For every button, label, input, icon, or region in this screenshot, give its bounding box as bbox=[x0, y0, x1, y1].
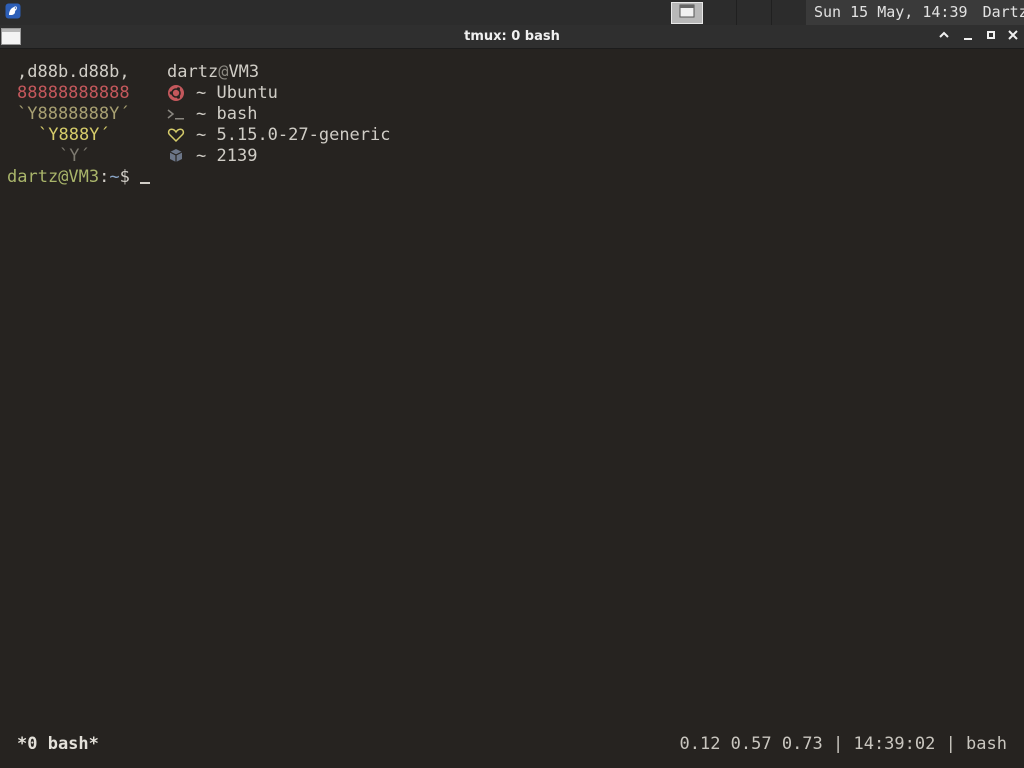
shell-icon bbox=[167, 105, 185, 123]
fetch-packages: 2139 bbox=[216, 146, 258, 166]
prompt-colon: : bbox=[99, 167, 110, 187]
fetch-row-kernel: ~ 5.15.0-27-generic bbox=[196, 125, 391, 146]
maximize-button[interactable] bbox=[983, 29, 999, 45]
fetch-row-packages: ~ 2139 bbox=[196, 146, 257, 167]
fetch-user: dartz bbox=[167, 62, 219, 82]
prompt-symbol: $ bbox=[119, 167, 130, 187]
ascii-art-line: `Y888Y´ bbox=[38, 125, 110, 145]
fetch-kernel: 5.15.0-27-generic bbox=[216, 125, 391, 145]
minimize-icon bbox=[962, 29, 974, 45]
fetch-at: @ bbox=[218, 62, 229, 82]
taskbar-window-button[interactable] bbox=[671, 2, 703, 24]
app-menu-icon bbox=[5, 3, 21, 23]
shade-button[interactable] bbox=[936, 29, 952, 45]
close-button[interactable] bbox=[1005, 29, 1021, 45]
window-title: tmux: 0 bash bbox=[464, 29, 560, 44]
ubuntu-icon bbox=[167, 84, 185, 102]
clock-text: Sun 15 May, 14:39 bbox=[814, 3, 968, 21]
fetch-sep: ~ bbox=[196, 83, 207, 103]
maximize-icon bbox=[985, 29, 997, 45]
shell-prompt[interactable]: dartz@VM3:~$ bbox=[7, 167, 150, 188]
tmux-status-bar: *0 bash* 0.12 0.57 0.73 | 14:39:02 | bas… bbox=[0, 728, 1024, 760]
ascii-art-line: `Y´ bbox=[59, 146, 90, 166]
top-panel: Sun 15 May, 14:39 Dartz bbox=[0, 0, 1024, 25]
fetch-sep: ~ bbox=[196, 125, 207, 145]
tmux-status-right: 0.12 0.57 0.73 | 14:39:02 | bash bbox=[679, 734, 1007, 754]
prompt-path: ~ bbox=[109, 167, 120, 187]
fetch-host: VM3 bbox=[228, 62, 260, 82]
fetch-sep: ~ bbox=[196, 146, 207, 166]
panel-separator bbox=[736, 0, 737, 25]
panel-separator bbox=[771, 0, 772, 25]
text-cursor bbox=[139, 182, 150, 184]
ascii-art-line: ,d88b.d88b, bbox=[17, 62, 130, 82]
fetch-user-host: dartz@VM3 bbox=[167, 62, 259, 83]
fetch-shell: bash bbox=[216, 104, 258, 124]
fetch-row-shell: ~ bash bbox=[196, 104, 257, 125]
close-icon bbox=[1007, 29, 1019, 45]
app-menu-button[interactable] bbox=[2, 2, 23, 23]
window-titlebar[interactable]: tmux: 0 bash bbox=[0, 25, 1024, 49]
heart-icon bbox=[167, 126, 185, 144]
fetch-row-os: ~ Ubuntu bbox=[196, 83, 278, 104]
fetch-os: Ubuntu bbox=[216, 83, 278, 103]
panel-clock[interactable]: Sun 15 May, 14:39 Dartz bbox=[806, 0, 1024, 25]
minimize-button[interactable] bbox=[960, 29, 976, 45]
terminal-area[interactable]: ,d88b.d88b, 88888888888 `Y8888888Y´ `Y88… bbox=[0, 50, 1024, 768]
tmux-window-tab[interactable]: *0 bash* bbox=[17, 728, 99, 760]
ascii-art-line: `Y8888888Y´ bbox=[17, 104, 130, 124]
package-icon bbox=[167, 147, 185, 165]
chevron-up-icon bbox=[938, 29, 950, 45]
window-icon bbox=[679, 4, 695, 22]
user-name[interactable]: Dartz bbox=[983, 3, 1024, 21]
fetch-sep: ~ bbox=[196, 104, 207, 124]
prompt-user-host: dartz@VM3 bbox=[7, 167, 100, 187]
ascii-art-line: 88888888888 bbox=[17, 83, 130, 103]
